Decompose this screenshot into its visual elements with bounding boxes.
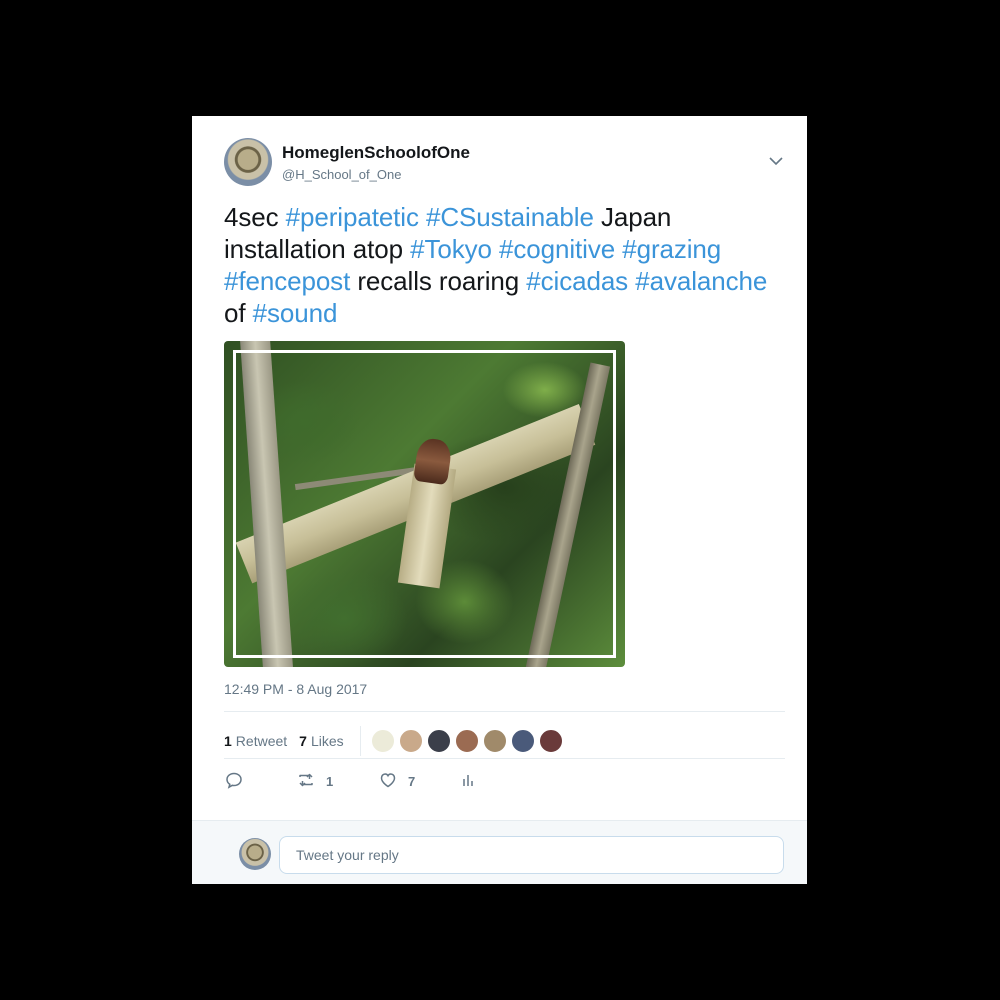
retweet-count: 1 — [224, 733, 232, 749]
liker-avatar[interactable] — [398, 729, 423, 753]
tweet-actions: 1 7 — [224, 768, 478, 794]
tweet-text-segment: 4sec — [224, 202, 286, 232]
liker-avatar[interactable] — [538, 729, 563, 753]
hashtag-link[interactable]: #grazing — [622, 234, 721, 264]
tweet-text-segment — [419, 202, 426, 232]
avatar — [239, 838, 271, 870]
tweet-timestamp[interactable]: 12:49 PM - 8 Aug 2017 — [224, 681, 367, 697]
reply-bar: Tweet your reply — [192, 820, 807, 884]
retweet-icon — [296, 770, 316, 793]
tweet-text-segment — [492, 234, 499, 264]
liker-avatar[interactable] — [370, 729, 395, 753]
likes-count: 7 — [299, 733, 307, 749]
tweet-text-segment: of — [224, 298, 253, 328]
divider — [359, 726, 361, 756]
hashtag-link[interactable]: #peripatetic — [286, 202, 419, 232]
hashtag-link[interactable]: #sound — [253, 298, 338, 328]
hashtag-link[interactable]: #cicadas — [526, 266, 628, 296]
tweet-card: HomeglenSchoolofOne @H_School_of_One 4se… — [192, 116, 807, 884]
reply-icon — [224, 770, 244, 793]
reply-input[interactable]: Tweet your reply — [279, 836, 784, 874]
hashtag-link[interactable]: #fencepost — [224, 266, 350, 296]
divider — [224, 711, 785, 712]
tweet-header: HomeglenSchoolofOne @H_School_of_One — [224, 138, 785, 188]
tweet-text-segment: recalls roaring — [350, 266, 527, 296]
tweet-text: 4sec #peripatetic #CSustainable Japan in… — [224, 201, 784, 329]
chevron-down-icon[interactable] — [767, 152, 785, 170]
liker-avatar[interactable] — [426, 729, 451, 753]
analytics-button[interactable] — [458, 770, 478, 793]
hashtag-link[interactable]: #cognitive — [499, 234, 615, 264]
retweet-button[interactable]: 1 — [296, 770, 378, 793]
photo-frame — [233, 350, 616, 658]
liker-avatar[interactable] — [482, 729, 507, 753]
likes-stat[interactable]: 7 Likes — [299, 733, 343, 749]
divider — [224, 758, 785, 759]
display-name[interactable]: HomeglenSchoolofOne — [282, 143, 470, 163]
tweet-photo[interactable] — [224, 341, 625, 667]
retweet-stat[interactable]: 1 Retweet — [224, 733, 287, 749]
heart-icon — [378, 770, 398, 793]
tweet-stats: 1 Retweet 7 Likes — [224, 726, 567, 756]
like-button[interactable]: 7 — [378, 770, 458, 793]
hashtag-link[interactable]: #Tokyo — [410, 234, 492, 264]
likers-list — [370, 729, 567, 753]
likes-label: Likes — [310, 733, 344, 749]
reply-button[interactable] — [224, 770, 296, 793]
like-action-count: 7 — [408, 773, 416, 789]
hashtag-link[interactable]: #CSustainable — [426, 202, 594, 232]
retweet-action-count: 1 — [326, 773, 334, 789]
retweet-label: Retweet — [235, 733, 288, 749]
analytics-icon — [458, 770, 478, 793]
liker-avatar[interactable] — [510, 729, 535, 753]
liker-avatar[interactable] — [454, 729, 479, 753]
user-handle[interactable]: @H_School_of_One — [282, 167, 401, 182]
hashtag-link[interactable]: #avalanche — [635, 266, 767, 296]
avatar[interactable] — [224, 138, 272, 186]
